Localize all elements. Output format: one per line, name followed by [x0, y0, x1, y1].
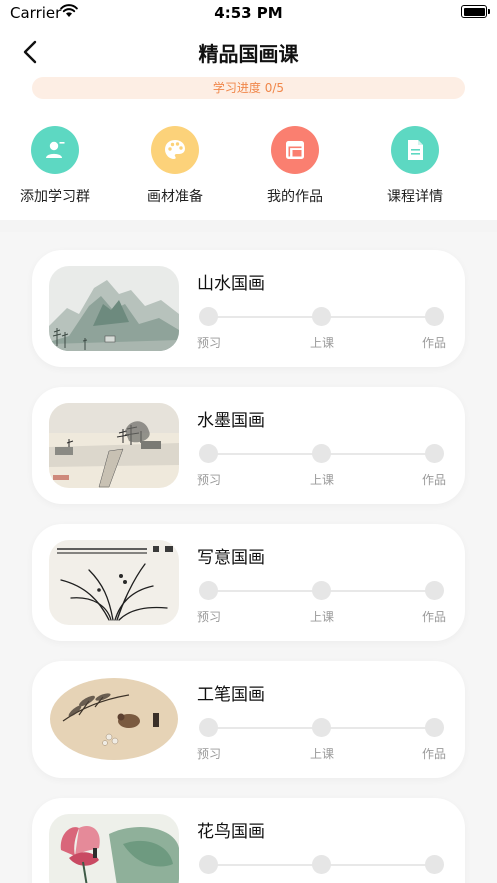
course-card-ink[interactable]: 水墨国画 预习 上课 作品: [32, 387, 465, 504]
step-label-preview: 预习: [197, 336, 222, 350]
step-dot-preview: [199, 855, 218, 874]
step-dot-class: [312, 581, 331, 600]
step-label-preview: 预习: [197, 747, 222, 761]
step-dot-class: [312, 855, 331, 874]
course-title: 写意国画: [197, 548, 265, 568]
orchid-painting-thumbnail: [49, 540, 179, 625]
step-dot-preview: [199, 581, 218, 600]
step-dot-class: [312, 718, 331, 737]
course-list: 山水国画 预习 上课 作品 水墨国画 预习 上课 作品 写意国画 预习 上课 作…: [0, 232, 497, 883]
step-dot-work: [425, 444, 444, 463]
section-divider: [0, 220, 497, 232]
shortcut-add-study-group[interactable]: 添加学习群: [0, 126, 110, 206]
shortcut-label: 课程详情: [387, 189, 443, 205]
step-label-work: 作品: [422, 336, 447, 350]
course-card-gongbi[interactable]: 工笔国画 预习 上课 作品: [32, 661, 465, 778]
shortcut-course-details[interactable]: 课程详情: [360, 126, 470, 206]
step-dot-work: [425, 581, 444, 600]
step-label-work: 作品: [422, 747, 447, 761]
course-title: 山水国画: [197, 274, 265, 294]
step-label-preview: 预习: [197, 473, 222, 487]
step-label-work: 作品: [422, 473, 447, 487]
lotus-painting-thumbnail: [49, 814, 179, 883]
step-dot-preview: [199, 718, 218, 737]
study-progress-bar: 学习进度 0/5: [32, 77, 465, 99]
shortcut-my-works[interactable]: 我的作品: [240, 126, 350, 206]
nav-bar: 精品国画课: [0, 28, 497, 72]
step-dot-work: [425, 855, 444, 874]
step-label-class: 上课: [310, 747, 335, 761]
group-add-icon: [31, 126, 79, 174]
gallery-icon: [271, 126, 319, 174]
document-icon: [391, 126, 439, 174]
landscape-painting-thumbnail: [49, 266, 179, 351]
step-dot-work: [425, 307, 444, 326]
status-bar: Carrier 4:53 PM: [0, 0, 497, 26]
step-label-preview: 预习: [197, 610, 222, 624]
palette-icon: [151, 126, 199, 174]
shortcut-materials[interactable]: 画材准备: [120, 126, 230, 206]
course-title: 花鸟国画: [197, 822, 265, 842]
ink-village-painting-thumbnail: [49, 403, 179, 488]
step-label-class: 上课: [310, 473, 335, 487]
step-dot-preview: [199, 444, 218, 463]
shortcut-label: 添加学习群: [20, 189, 90, 205]
step-dot-preview: [199, 307, 218, 326]
shortcut-label: 画材准备: [147, 189, 203, 205]
step-label-class: 上课: [310, 610, 335, 624]
course-title: 水墨国画: [197, 411, 265, 431]
shortcut-label: 我的作品: [267, 189, 323, 205]
shortcut-row: 添加学习群 画材准备 我的作品 课程详情: [0, 126, 497, 216]
course-card-landscape[interactable]: 山水国画 预习 上课 作品: [32, 250, 465, 367]
bird-fan-painting-thumbnail: [49, 677, 179, 762]
battery-icon: [461, 5, 490, 18]
step-label-work: 作品: [422, 610, 447, 624]
course-title: 工笔国画: [197, 685, 265, 705]
step-dot-class: [312, 307, 331, 326]
page-title: 精品国画课: [198, 42, 299, 66]
step-label-class: 上课: [310, 336, 335, 350]
course-card-freehand[interactable]: 写意国画 预习 上课 作品: [32, 524, 465, 641]
step-dot-class: [312, 444, 331, 463]
step-dot-work: [425, 718, 444, 737]
clock-time: 4:53 PM: [214, 4, 283, 22]
course-card-flower-bird[interactable]: 花鸟国画: [32, 798, 465, 883]
